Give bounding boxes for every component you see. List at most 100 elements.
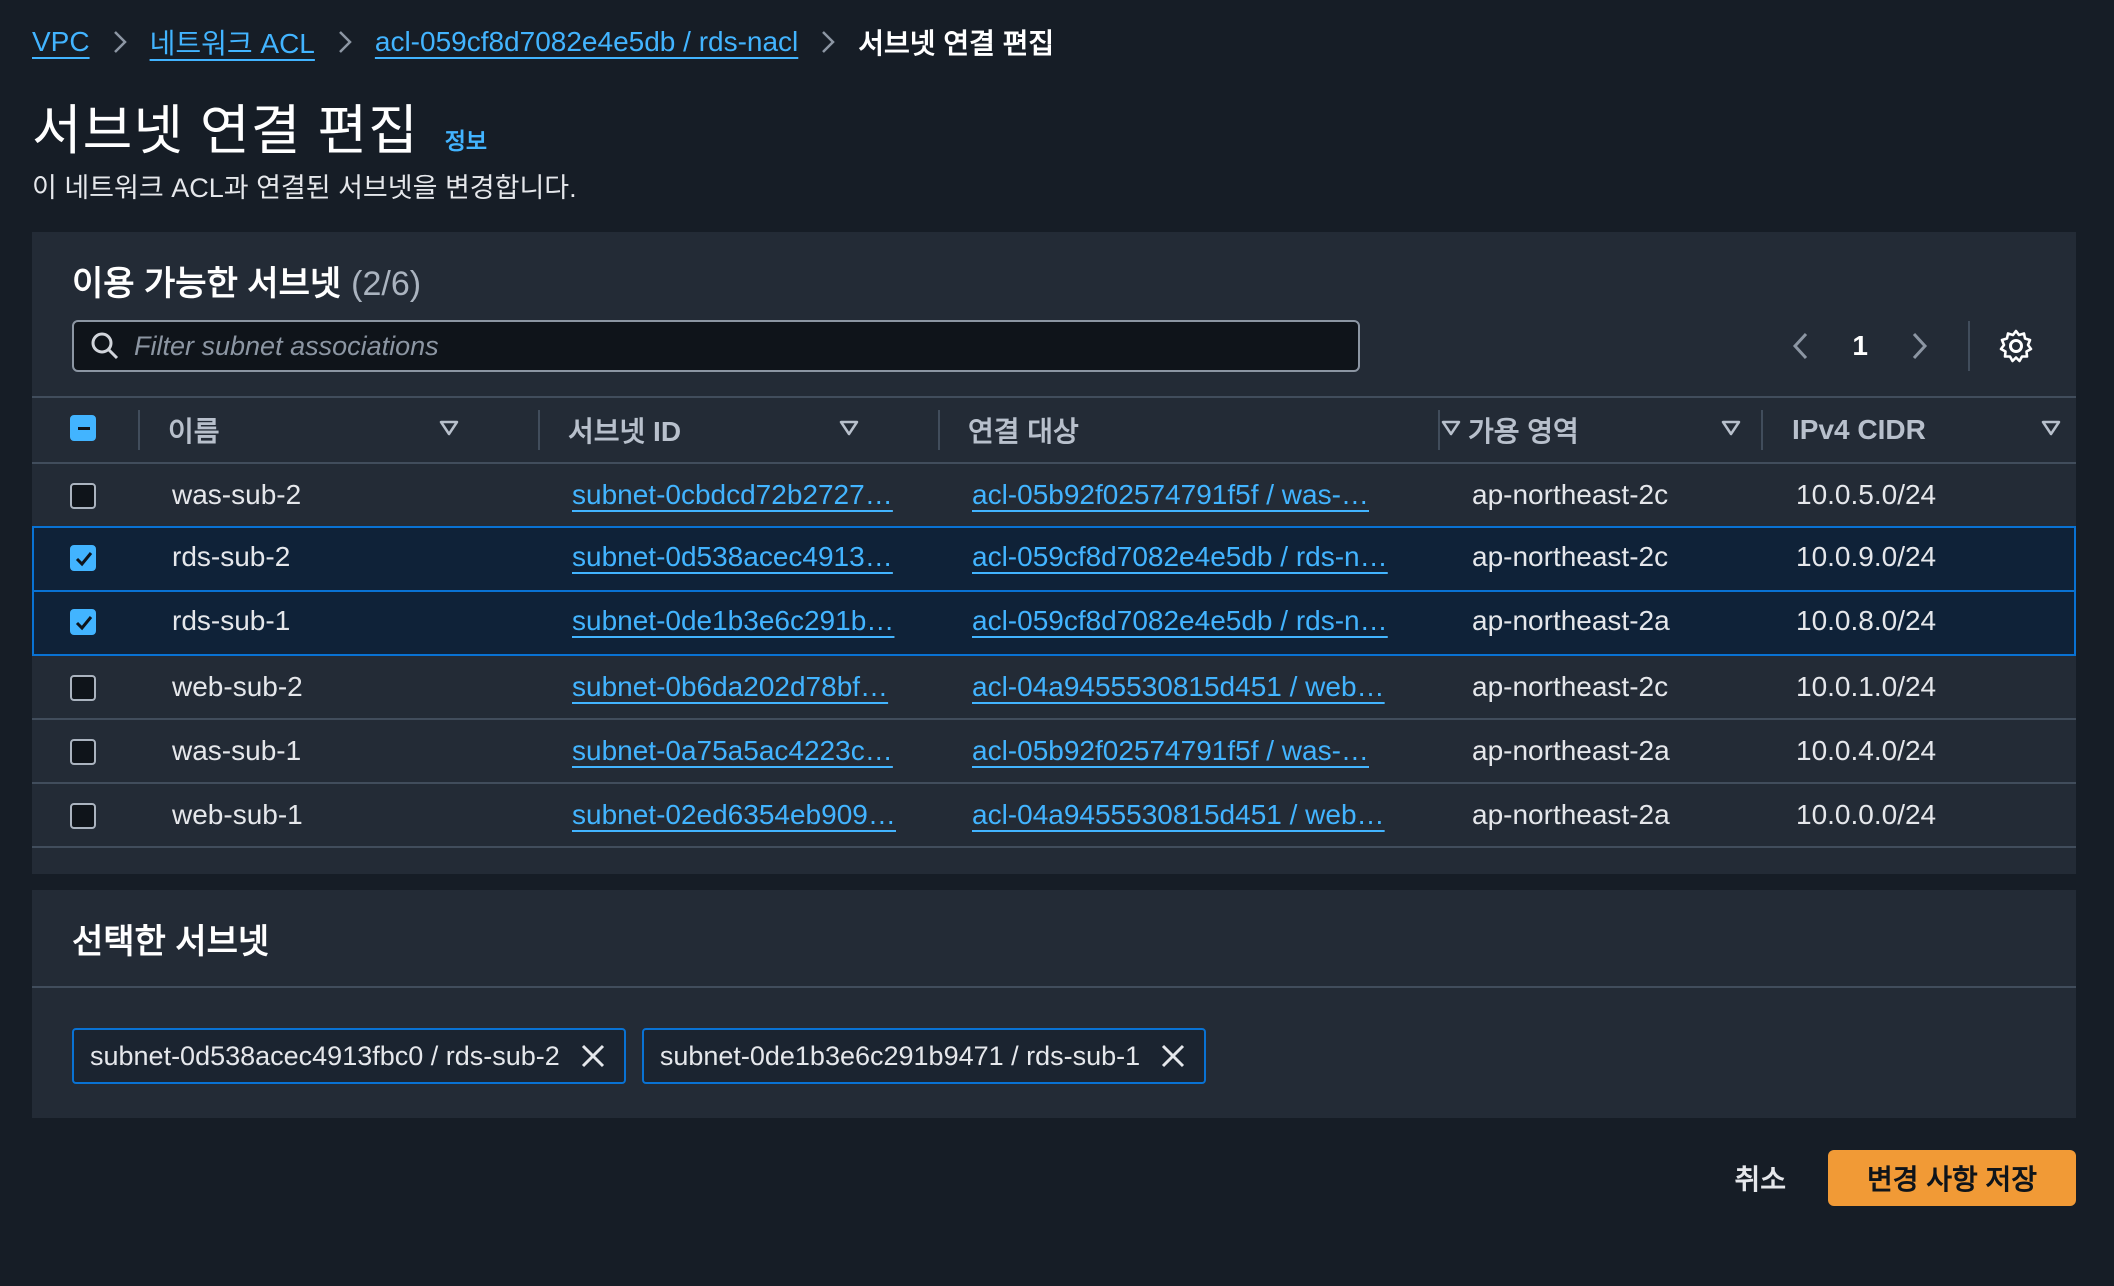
cell-ipv4-cidr: 10.0.9.0/24 <box>1796 541 1937 572</box>
next-page-button[interactable] <box>1902 331 1938 361</box>
table-row[interactable]: was-sub-2 subnet-0cbdcd72b2727… acl-05b9… <box>32 464 2076 528</box>
selected-subnets-panel: 선택한 서브넷 subnet-0d538acec4913fbc0 / rds-s… <box>32 890 2076 1118</box>
table-header: 이름 서브넷 ID 연결 대상 가용 영역 IPv4 CIDR <box>32 396 2076 464</box>
sort-caret-icon <box>1721 420 1741 436</box>
column-header-ipv4-cidr[interactable]: IPv4 CIDR <box>1792 398 2061 462</box>
row-checkbox[interactable] <box>70 739 96 765</box>
row-checkbox[interactable] <box>70 803 96 829</box>
cell-associated-with[interactable]: acl-05b92f02574791f5f / was-… <box>972 720 1369 782</box>
column-divider <box>1438 410 1440 450</box>
table-row-selected[interactable]: rds-sub-2 subnet-0d538acec4913… acl-059c… <box>32 526 2076 592</box>
row-checkbox-checked[interactable] <box>70 609 96 635</box>
subnet-filter-field[interactable] <box>72 320 1360 372</box>
subnet-id-link[interactable]: subnet-0d538acec4913… <box>572 541 893 573</box>
cell-name: rds-sub-1 <box>172 605 291 636</box>
cell-associated-with[interactable]: acl-04a9455530815d451 / web… <box>972 656 1385 718</box>
preferences-button[interactable] <box>1996 326 2036 366</box>
cell-ipv4-cidr: 10.0.4.0/24 <box>1796 735 1937 766</box>
cell-subnet-id[interactable]: subnet-0a75a5ac4223c… <box>572 720 893 782</box>
acl-link[interactable]: acl-059cf8d7082e4e5db / rds-n… <box>972 541 1388 573</box>
cell-associated-with[interactable]: acl-05b92f02574791f5f / was-… <box>972 464 1369 526</box>
row-checkbox[interactable] <box>70 483 96 509</box>
subnet-id-link[interactable]: subnet-0de1b3e6c291b… <box>572 605 894 637</box>
chevron-right-icon <box>1912 332 1928 360</box>
subnet-id-link[interactable]: subnet-0cbdcd72b2727… <box>572 479 893 511</box>
acl-link[interactable]: acl-04a9455530815d451 / web… <box>972 671 1385 703</box>
column-header-label: 가용 영역 <box>1468 416 1579 447</box>
sort-caret-icon <box>439 420 459 436</box>
cell-subnet-id[interactable]: subnet-0de1b3e6c291b… <box>572 590 894 652</box>
table-row-selected[interactable]: rds-sub-1 subnet-0de1b3e6c291b… acl-059c… <box>32 590 2076 656</box>
selected-subnets-title: 선택한 서브넷 <box>72 923 270 961</box>
remove-token-button[interactable] <box>578 1041 608 1071</box>
save-changes-button[interactable]: 변경 사항 저장 <box>1828 1150 2076 1206</box>
row-checkbox[interactable] <box>70 675 96 701</box>
subnet-id-link[interactable]: subnet-02ed6354eb909… <box>572 799 896 831</box>
sort-caret-icon <box>2041 420 2061 436</box>
column-header-label: 이름 <box>168 416 220 447</box>
previous-page-button[interactable] <box>1782 331 1818 361</box>
acl-link[interactable]: acl-04a9455530815d451 / web… <box>972 799 1385 831</box>
cancel-button[interactable]: 취소 <box>1734 1158 1786 1198</box>
cell-subnet-id[interactable]: subnet-0cbdcd72b2727… <box>572 464 893 526</box>
cell-availability-zone: ap-northeast-2a <box>1472 799 1670 830</box>
pager-divider <box>1968 321 1970 371</box>
breadcrumb-network-acl-link[interactable]: 네트워크 ACL <box>150 22 315 62</box>
subnets-table: 이름 서브넷 ID 연결 대상 가용 영역 IPv4 CIDR was-sub-… <box>32 396 2076 848</box>
acl-link[interactable]: acl-05b92f02574791f5f / was-… <box>972 479 1369 511</box>
available-subnets-title: 이용 가능한 서브넷 <box>72 265 342 303</box>
selected-subnet-token: subnet-0d538acec4913fbc0 / rds-sub-2 <box>72 1028 626 1084</box>
form-actions: 취소 변경 사항 저장 <box>1734 1150 2076 1206</box>
column-header-name[interactable]: 이름 <box>168 398 459 462</box>
column-header-label: 서브넷 ID <box>568 416 682 447</box>
info-link[interactable]: 정보 <box>445 122 487 156</box>
column-divider <box>538 410 540 450</box>
cell-subnet-id[interactable]: subnet-0b6da202d78bf… <box>572 656 888 718</box>
table-row[interactable]: web-sub-1 subnet-02ed6354eb909… acl-04a9… <box>32 784 2076 848</box>
remove-token-button[interactable] <box>1158 1041 1188 1071</box>
search-icon <box>88 329 122 363</box>
column-header-availability-zone[interactable]: 가용 영역 <box>1468 398 1741 462</box>
selected-subnet-token: subnet-0de1b3e6c291b9471 / rds-sub-1 <box>641 1028 1207 1084</box>
cell-ipv4-cidr: 10.0.1.0/24 <box>1796 671 1937 702</box>
table-row[interactable]: web-sub-2 subnet-0b6da202d78bf… acl-04a9… <box>32 656 2076 720</box>
gear-icon <box>1999 329 2033 363</box>
cell-subnet-id[interactable]: subnet-02ed6354eb909… <box>572 784 896 846</box>
page-title: 서브넷 연결 편집 <box>32 101 419 161</box>
subnet-id-link[interactable]: subnet-0b6da202d78bf… <box>572 671 888 703</box>
cell-availability-zone: ap-northeast-2c <box>1472 541 1669 572</box>
page-description: 이 네트워크 ACL과 연결된 서브넷을 변경합니다. <box>32 173 577 203</box>
chevron-right-icon <box>112 29 128 55</box>
subnet-id-link[interactable]: subnet-0a75a5ac4223c… <box>572 735 893 767</box>
breadcrumb-vpc-link[interactable]: VPC <box>32 26 90 58</box>
column-header-associated-with[interactable]: 연결 대상 <box>968 398 1461 462</box>
cell-subnet-id[interactable]: subnet-0d538acec4913… <box>572 526 893 588</box>
cell-name: was-sub-2 <box>172 479 302 510</box>
cell-associated-with[interactable]: acl-059cf8d7082e4e5db / rds-n… <box>972 526 1388 588</box>
select-all-checkbox[interactable] <box>70 415 96 441</box>
cell-ipv4-cidr: 10.0.0.0/24 <box>1796 799 1937 830</box>
acl-link[interactable]: acl-059cf8d7082e4e5db / rds-n… <box>972 605 1388 637</box>
acl-link[interactable]: acl-05b92f02574791f5f / was-… <box>972 735 1369 767</box>
column-header-label: IPv4 CIDR <box>1792 414 1926 445</box>
table-row[interactable]: was-sub-1 subnet-0a75a5ac4223c… acl-05b9… <box>32 720 2076 784</box>
column-divider <box>138 410 140 450</box>
cell-associated-with[interactable]: acl-04a9455530815d451 / web… <box>972 784 1385 846</box>
cell-name: was-sub-1 <box>172 735 302 766</box>
breadcrumb: VPC 네트워크 ACL acl-059cf8d7082e4e5db / rds… <box>32 20 1054 64</box>
close-icon <box>581 1044 604 1068</box>
cell-name: web-sub-2 <box>172 671 303 702</box>
cell-availability-zone: ap-northeast-2a <box>1472 735 1670 766</box>
column-header-subnet-id[interactable]: 서브넷 ID <box>568 398 859 462</box>
breadcrumb-current: 서브넷 연결 편집 <box>858 28 1055 59</box>
breadcrumb-acl-link[interactable]: acl-059cf8d7082e4e5db / rds-nacl <box>375 26 798 58</box>
cell-name: web-sub-1 <box>172 799 303 830</box>
token-label: subnet-0d538acec4913fbc0 / rds-sub-2 <box>90 1040 560 1071</box>
page-number[interactable]: 1 <box>1852 330 1868 362</box>
row-checkbox-checked[interactable] <box>70 545 96 571</box>
token-label: subnet-0de1b3e6c291b9471 / rds-sub-1 <box>659 1040 1141 1071</box>
selected-subnet-tokens: subnet-0d538acec4913fbc0 / rds-sub-2 sub… <box>72 1028 1207 1084</box>
subnet-filter-input[interactable] <box>132 329 1358 363</box>
cell-availability-zone: ap-northeast-2c <box>1472 671 1669 702</box>
cell-associated-with[interactable]: acl-059cf8d7082e4e5db / rds-n… <box>972 590 1388 652</box>
